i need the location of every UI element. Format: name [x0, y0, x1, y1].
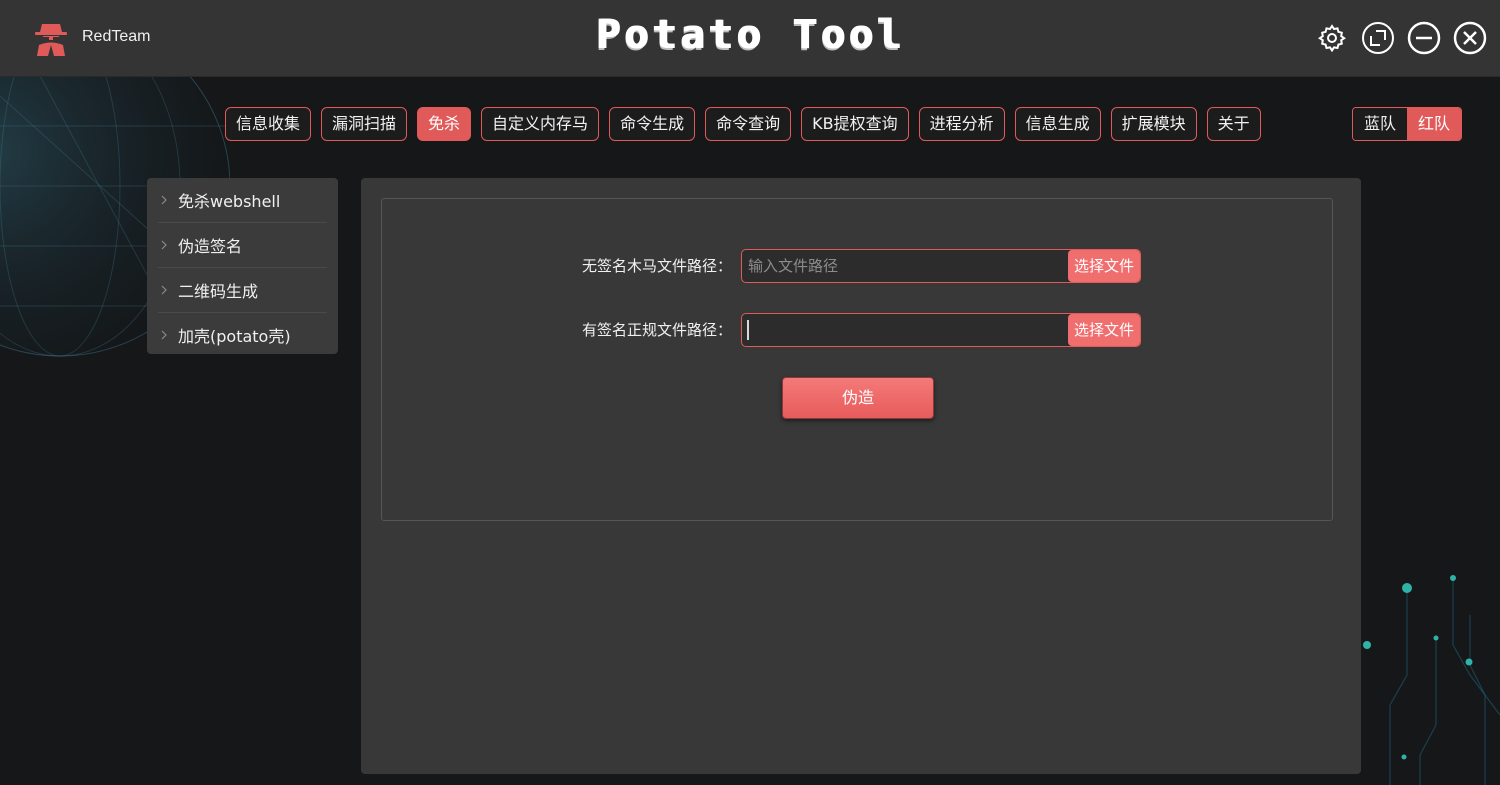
side-item-label: 免杀webshell: [178, 192, 281, 211]
nav-tab-about[interactable]: 关于: [1206, 107, 1261, 141]
unsigned-file-field: 选择文件: [741, 249, 1141, 283]
forge-signature-form: 无签名木马文件路径： 选择文件 有签名正规文件路径： 选择文件 伪造: [381, 198, 1333, 521]
choose-signed-file-button[interactable]: 选择文件: [1068, 314, 1140, 346]
blue-team-button[interactable]: 蓝队: [1353, 108, 1407, 140]
side-item-qrcode[interactable]: 二维码生成: [158, 268, 327, 313]
signed-file-label: 有签名正规文件路径：: [581, 321, 732, 339]
signed-file-row: 有签名正规文件路径： 选择文件: [382, 313, 1332, 347]
side-item-label: 二维码生成: [178, 282, 259, 301]
chevron-right-icon: [158, 284, 170, 296]
settings-icon: [1317, 24, 1347, 53]
text-cursor: [747, 320, 749, 340]
nav-tab-command-query[interactable]: 命令查询: [705, 107, 792, 141]
close-icon: [1453, 21, 1487, 55]
chevron-right-icon: [158, 329, 170, 341]
window-controls: [1314, 20, 1488, 56]
side-item-evasion-webshell[interactable]: 免杀webshell: [158, 178, 327, 223]
title-bar: RedTeam Potato Tool: [0, 0, 1500, 77]
side-item-forge-signature[interactable]: 伪造签名: [158, 223, 327, 268]
minimize-icon: [1407, 21, 1441, 55]
chevron-right-icon: [158, 239, 170, 251]
red-team-button[interactable]: 红队: [1407, 108, 1461, 140]
side-item-label: 伪造签名: [178, 237, 243, 256]
chevron-right-icon: [158, 194, 170, 206]
side-item-packer[interactable]: 加壳(potato壳): [158, 313, 327, 357]
maximize-icon: [1362, 22, 1394, 54]
nav-tab-evasion[interactable]: 免杀: [417, 107, 472, 141]
side-item-label: 加壳(potato壳): [178, 327, 291, 346]
choose-unsigned-file-button[interactable]: 选择文件: [1068, 250, 1140, 282]
nav-tab-memshell[interactable]: 自定义内存马: [481, 107, 600, 141]
nav-tab-info-gen[interactable]: 信息生成: [1014, 107, 1101, 141]
unsigned-file-row: 无签名木马文件路径： 选择文件: [382, 249, 1332, 283]
signed-file-field: 选择文件: [741, 313, 1141, 347]
team-switch: 蓝队 红队: [1352, 107, 1462, 141]
nav-tab-info-collect[interactable]: 信息收集: [225, 107, 312, 141]
settings-button[interactable]: [1314, 20, 1350, 56]
unsigned-file-input[interactable]: [742, 250, 1068, 282]
minimize-button[interactable]: [1406, 20, 1442, 56]
side-menu: 免杀webshell 伪造签名 二维码生成 加壳(potato壳): [147, 178, 338, 354]
nav-tab-vuln-scan[interactable]: 漏洞扫描: [321, 107, 408, 141]
signed-file-input[interactable]: [742, 314, 1068, 346]
app-title: Potato Tool: [595, 12, 905, 58]
nav-tab-extensions[interactable]: 扩展模块: [1110, 107, 1197, 141]
circuit-background: [1363, 575, 1500, 785]
maximize-button[interactable]: [1360, 20, 1396, 56]
close-button[interactable]: [1452, 20, 1488, 56]
nav-tab-process-analysis[interactable]: 进程分析: [918, 107, 1005, 141]
nav-tab-kb-privesc[interactable]: KB提权查询: [801, 107, 909, 141]
forge-button[interactable]: 伪造: [782, 377, 934, 419]
top-nav: 信息收集 漏洞扫描 免杀 自定义内存马 命令生成 命令查询 KB提权查询 进程分…: [225, 107, 1261, 141]
unsigned-file-label: 无签名木马文件路径：: [581, 257, 732, 275]
main-panel: 无签名木马文件路径： 选择文件 有签名正规文件路径： 选择文件 伪造: [361, 178, 1361, 774]
nav-tab-command-gen[interactable]: 命令生成: [609, 107, 696, 141]
